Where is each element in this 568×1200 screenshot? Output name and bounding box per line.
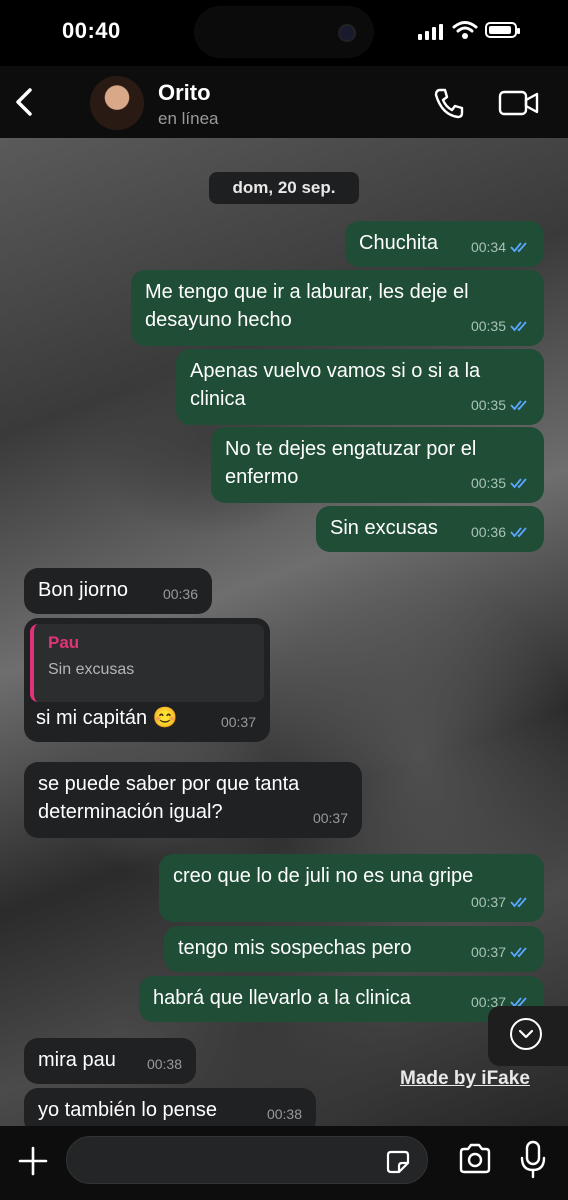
message-text: creo que lo de juli no es una gripe [173, 865, 474, 887]
message-outgoing[interactable]: Me tengo que ir a laburar, les deje el d… [131, 270, 544, 346]
message-incoming[interactable]: Bon jiorno 00:36 [24, 568, 212, 614]
chat-header: Orito en línea [0, 66, 568, 139]
plus-icon[interactable] [16, 1144, 50, 1178]
date-label: dom, 20 sep. [209, 172, 359, 204]
contact-name[interactable]: Orito [158, 80, 211, 106]
message-input-bar [0, 1126, 568, 1200]
read-ticks-icon [510, 242, 527, 253]
message-meta: 00:37 [471, 938, 530, 966]
message-text: si mi capitán 😊 [36, 707, 178, 729]
message-meta: 00:35 [471, 391, 530, 419]
message-meta: 00:37 [312, 810, 348, 826]
back-chevron-icon[interactable] [10, 84, 40, 120]
message-text: Me tengo que ir a laburar, les deje el d… [145, 281, 469, 331]
video-camera-icon[interactable] [498, 88, 540, 118]
message-text: No te dejes engatuzar por el enfermo [225, 438, 477, 488]
front-camera [338, 24, 356, 42]
message-outgoing[interactable]: No te dejes engatuzar por el enfermo 00:… [211, 427, 544, 503]
read-ticks-icon [510, 947, 527, 958]
message-meta: 00:36 [471, 518, 530, 546]
read-ticks-icon [510, 527, 527, 538]
message-incoming[interactable]: se puede saber por que tanta determinaci… [24, 762, 362, 838]
sticker-icon[interactable] [385, 1149, 411, 1175]
contact-status: en línea [158, 109, 219, 128]
quoted-text: Sin excusas [48, 661, 135, 678]
message-text: mira pau [38, 1049, 116, 1071]
message-text: habrá que llevarlo a la clinica [153, 987, 411, 1009]
quoted-message[interactable]: Pau Sin excusas [30, 624, 264, 702]
camera-icon[interactable] [457, 1143, 493, 1175]
message-outgoing[interactable]: tengo mis sospechas pero 00:37 [164, 926, 544, 972]
message-meta: 00:38 [146, 1056, 182, 1072]
quoted-author: Pau [48, 633, 80, 652]
message-text: se puede saber por que tanta determinaci… [38, 773, 300, 823]
message-text: Apenas vuelvo vamos si o si a la clinica [190, 360, 481, 410]
message-incoming[interactable]: yo también lo pense 00:38 [24, 1088, 316, 1126]
read-ticks-icon [510, 321, 527, 332]
read-ticks-icon [510, 897, 527, 908]
phone-icon[interactable] [432, 86, 466, 120]
dynamic-island [194, 6, 374, 58]
wifi-icon [452, 21, 478, 39]
battery-icon [485, 22, 520, 38]
message-outgoing[interactable]: habrá que llevarlo a la clinica 00:37 [139, 976, 544, 1022]
signal-icon [418, 24, 443, 40]
message-text: Chuchita [359, 232, 438, 254]
message-text: Bon jiorno [38, 579, 129, 601]
message-meta: 00:35 [471, 469, 530, 497]
message-text: Sin excusas [330, 517, 438, 539]
message-incoming[interactable]: mira pau 00:38 [24, 1038, 196, 1084]
scroll-down-button[interactable] [488, 1006, 568, 1066]
status-bar: 00:40 [0, 0, 568, 66]
read-ticks-icon [510, 478, 527, 489]
chat-area[interactable]: dom, 20 sep. Chuchita 00:34 Me tengo que… [0, 138, 568, 1126]
chevron-down-icon [510, 1018, 542, 1050]
message-outgoing[interactable]: Sin excusas 00:36 [316, 506, 544, 552]
avatar[interactable] [90, 76, 144, 130]
clock: 00:40 [62, 18, 121, 43]
message-meta: 00:35 [471, 312, 530, 340]
message-meta: 00:38 [266, 1106, 302, 1122]
microphone-icon[interactable] [519, 1140, 547, 1180]
message-outgoing[interactable]: Chuchita 00:34 [345, 221, 544, 267]
message-outgoing[interactable]: Apenas vuelvo vamos si o si a la clinica… [176, 349, 544, 425]
message-meta: 00:36 [162, 586, 198, 602]
message-text: tengo mis sospechas pero [178, 937, 412, 959]
read-ticks-icon [510, 400, 527, 411]
watermark: Made by iFake [400, 1068, 530, 1089]
message-text: yo también lo pense [38, 1099, 218, 1121]
message-outgoing[interactable]: creo que lo de juli no es una gripe 00:3… [159, 854, 544, 922]
message-meta: 00:37 [471, 888, 530, 916]
message-meta: 00:37 [220, 714, 256, 730]
message-meta: 00:34 [471, 233, 530, 261]
message-incoming-reply[interactable]: Pau Sin excusas si mi capitán 😊 00:37 [24, 618, 270, 742]
message-input[interactable] [66, 1136, 428, 1184]
